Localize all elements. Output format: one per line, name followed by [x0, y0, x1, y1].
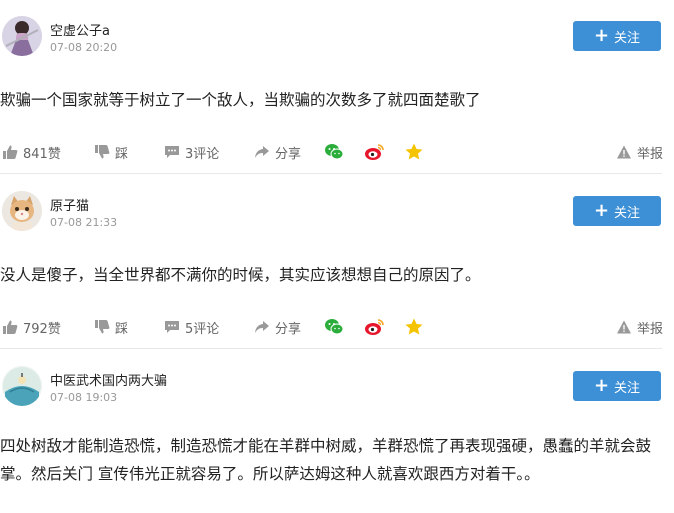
comment-bubble-icon [164, 144, 180, 160]
report-button[interactable]: 举报 [616, 316, 663, 338]
divider [0, 348, 662, 349]
thumbs-down-icon [94, 319, 110, 335]
follow-label: 关注 [614, 380, 641, 396]
action-bar: 792赞 踩 5评论 分享 举报 [0, 316, 664, 338]
username[interactable]: 原子猫 [50, 195, 89, 214]
thumbs-down-icon [94, 144, 110, 160]
report-label: 举报 [637, 146, 664, 162]
like-button[interactable]: 841赞 [2, 141, 61, 163]
like-count: 792赞 [23, 321, 61, 337]
plus-icon: + [593, 375, 610, 396]
avatar[interactable] [2, 191, 42, 231]
comment-count: 5评论 [185, 321, 220, 337]
plus-icon: + [593, 25, 610, 46]
like-button[interactable]: 792赞 [2, 316, 61, 338]
avatar-image [2, 191, 42, 231]
follow-button[interactable]: + 关注 [573, 371, 661, 401]
timestamp: 07-08 21:33 [50, 216, 118, 229]
favorite-button[interactable] [404, 316, 424, 338]
like-count: 841赞 [23, 146, 61, 162]
follow-button[interactable]: + 关注 [573, 21, 661, 51]
share-button[interactable]: 分享 [254, 316, 301, 338]
follow-label: 关注 [614, 205, 641, 221]
comment-feed: 空虚公子a 07-08 20:20 + 关注 欺骗一个国家就等于树立了一个敌人，… [0, 0, 674, 513]
favorite-button[interactable] [404, 141, 424, 163]
warning-triangle-icon [616, 319, 632, 335]
share-weibo-button[interactable] [364, 316, 384, 338]
username[interactable]: 中医武术国内两大骗 [50, 370, 167, 389]
timestamp: 07-08 20:20 [50, 41, 118, 54]
dislike-button[interactable]: 踩 [94, 316, 128, 338]
avatar-image [2, 366, 42, 406]
comment-bubble-icon [164, 319, 180, 335]
share-wechat-button[interactable] [324, 316, 344, 338]
wechat-icon [324, 317, 344, 337]
comment-text: 没人是傻子，当全世界都不满你的时候，其实应该想想自己的原因了。 [0, 266, 481, 284]
dislike-button[interactable]: 踩 [94, 141, 128, 163]
star-icon [404, 317, 424, 337]
follow-label: 关注 [614, 30, 641, 46]
wechat-icon [324, 142, 344, 162]
share-weibo-button[interactable] [364, 141, 384, 163]
comment-count: 3评论 [185, 146, 220, 162]
comment-button[interactable]: 5评论 [164, 316, 219, 338]
divider [0, 173, 662, 174]
timestamp: 07-08 19:03 [50, 391, 118, 404]
share-label: 分享 [275, 321, 302, 337]
avatar[interactable] [2, 366, 42, 406]
weibo-icon [364, 142, 384, 162]
warning-triangle-icon [616, 144, 632, 160]
follow-button[interactable]: + 关注 [573, 196, 661, 226]
comment-text: 欺骗一个国家就等于树立了一个敌人，当欺骗的次数多了就四面楚歌了 [0, 91, 481, 109]
report-button[interactable]: 举报 [616, 141, 663, 163]
dislike-label: 踩 [115, 321, 129, 337]
dislike-label: 踩 [115, 146, 129, 162]
plus-icon: + [593, 200, 610, 221]
report-label: 举报 [637, 321, 664, 337]
star-icon [404, 142, 424, 162]
share-button[interactable]: 分享 [254, 141, 301, 163]
avatar-image [2, 16, 42, 56]
action-bar: 841赞 踩 3评论 分享 举报 [0, 141, 664, 163]
username[interactable]: 空虚公子a [50, 20, 110, 39]
comment-text: 四处树敌才能制造恐慌，制造恐慌才能在羊群中树威，羊群恐慌了再表现强硬，愚蠢的羊就… [0, 437, 652, 483]
thumbs-up-icon [2, 319, 18, 335]
share-label: 分享 [275, 146, 302, 162]
comment-button[interactable]: 3评论 [164, 141, 219, 163]
share-wechat-button[interactable] [324, 141, 344, 163]
share-arrow-icon [254, 144, 270, 160]
thumbs-up-icon [2, 144, 18, 160]
share-arrow-icon [254, 319, 270, 335]
avatar[interactable] [2, 16, 42, 56]
weibo-icon [364, 317, 384, 337]
